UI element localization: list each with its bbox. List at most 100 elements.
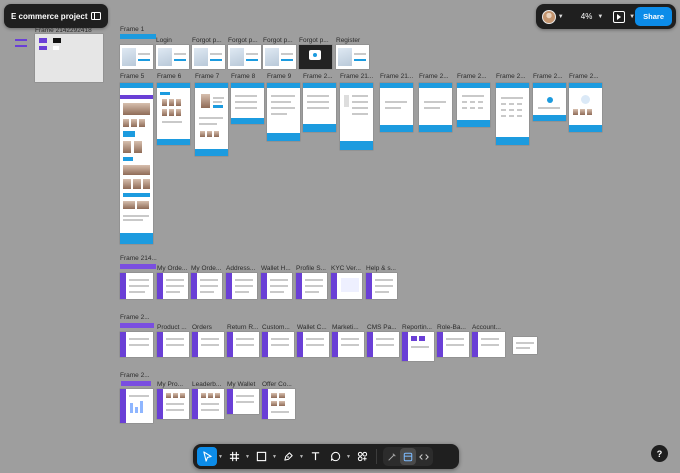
canvas-frame[interactable] [296,273,327,299]
frame-label[interactable]: Frame 9 [267,73,291,81]
draw-mode-button[interactable] [384,448,400,465]
frame-tool-button[interactable] [224,447,244,466]
canvas-frame[interactable] [156,45,189,69]
canvas-frame[interactable] [336,45,369,69]
frame-label[interactable]: Reportin... [402,324,432,332]
canvas-frame[interactable] [262,389,295,419]
canvas-frame[interactable] [569,83,602,132]
frame-label[interactable]: Frame 21... [340,73,373,81]
canvas-frame[interactable] [157,83,190,145]
canvas-frame[interactable] [120,83,153,244]
canvas-frame[interactable] [297,332,329,357]
frame-label[interactable]: Frame 21... [380,73,413,81]
frame-label[interactable]: Frame 2... [569,73,599,81]
frame-label[interactable]: Frame 2... [457,73,487,81]
actions-button[interactable] [352,447,372,466]
frame-label[interactable]: Frame 214... [120,255,157,263]
canvas-frame[interactable] [267,83,300,141]
sidebar-toggle-icon[interactable] [91,12,101,20]
avatar[interactable] [542,9,556,24]
chevron-down-icon[interactable]: ▼ [244,454,251,460]
frame-label[interactable]: Forgot p... [263,37,293,45]
frame-label[interactable]: Forgot p... [192,37,222,45]
pen-tool-button[interactable] [278,447,298,466]
frame-label[interactable]: Frame 2... [533,73,563,81]
canvas-frame[interactable] [472,332,505,357]
section-title[interactable]: Frame 1 [120,26,144,34]
canvas-frame[interactable] [120,273,153,299]
canvas-frame[interactable] [380,83,413,132]
frame-label[interactable]: Frame 5 [120,73,144,81]
canvas-frame[interactable] [227,332,259,357]
frame-label[interactable]: Orders [192,324,212,332]
text-tool-button[interactable] [305,447,325,466]
frame-label[interactable]: My Pro... [157,381,183,389]
canvas-frame[interactable] [513,337,537,354]
frame-label[interactable]: Forgot p... [228,37,258,45]
canvas-frame[interactable] [419,83,452,132]
frame-label[interactable]: Forgot p... [299,37,329,45]
canvas-frame[interactable] [231,83,264,124]
project-title[interactable]: E commerce project [11,12,91,21]
frame-label[interactable]: Return R... [227,324,258,332]
frame-label[interactable]: KYC Ver... [331,265,361,273]
frame-label[interactable]: Login [156,37,172,45]
canvas-frame[interactable] [261,273,292,299]
chevron-down-icon[interactable]: ▼ [558,14,564,20]
frame-label[interactable]: Frame 2... [419,73,449,81]
canvas-frame[interactable] [191,273,222,299]
canvas-frame[interactable] [192,332,224,357]
project-title-pill[interactable]: E commerce project [4,4,108,28]
canvas-frame[interactable] [402,332,434,361]
comment-tool-button[interactable] [325,447,345,466]
share-button[interactable]: Share [635,7,672,26]
frame-label[interactable]: My Orde... [157,265,187,273]
frame-label[interactable]: Help & s... [366,265,396,273]
frame-label[interactable]: Frame 2... [120,372,150,380]
canvas-frame[interactable] [227,389,259,414]
canvas-frame[interactable] [195,83,228,156]
frame-label[interactable]: My Wallet [227,381,255,389]
present-play-icon[interactable] [613,10,626,23]
canvas-frame[interactable] [157,389,189,419]
canvas-frame[interactable] [533,83,566,121]
help-button[interactable]: ? [651,445,668,462]
frame-label[interactable]: Custom... [262,324,290,332]
frame-label[interactable]: Frame 8 [231,73,255,81]
canvas-frame[interactable] [303,83,336,132]
frame-label[interactable]: Frame 7 [195,73,219,81]
canvas-frame[interactable] [340,83,373,150]
canvas-frame[interactable] [120,45,153,69]
frame-label[interactable]: Frame 2... [303,73,333,81]
canvas-frame[interactable] [437,332,469,357]
frame-label[interactable]: Wallet H... [261,265,291,273]
frame-label[interactable]: Product ... [157,324,187,332]
canvas-frame[interactable] [457,83,490,127]
canvas-frame[interactable] [192,389,224,419]
frame-label[interactable]: Register [336,37,360,45]
canvas-frame[interactable] [367,332,399,357]
frame-label[interactable]: Role-Ba... [437,324,466,332]
canvas-frame[interactable] [332,332,364,357]
canvas-frame[interactable] [157,332,189,357]
canvas-frame[interactable] [299,45,332,69]
canvas-frame[interactable] [192,45,225,69]
design-mode-button[interactable] [400,448,416,465]
frame-label[interactable]: CMS Pa... [367,324,397,332]
frame-label[interactable]: Frame 6 [157,73,181,81]
canvas-frame[interactable] [35,34,103,82]
canvas-frame[interactable] [120,389,153,423]
frame-label[interactable]: Wallet C... [297,324,327,332]
frame-label[interactable]: Frame 2... [496,73,526,81]
chevron-down-icon[interactable]: ▼ [271,454,278,460]
chevron-down-icon[interactable]: ▼ [345,454,352,460]
canvas-frame[interactable] [228,45,261,69]
frame-label[interactable]: Leaderb... [192,381,221,389]
canvas-frame[interactable] [263,45,296,69]
frame-label[interactable]: Address... [226,265,255,273]
canvas-frame[interactable] [120,332,153,357]
canvas-frame[interactable] [226,273,257,299]
frame-label[interactable]: My Orde... [191,265,221,273]
zoom-level[interactable]: 4% [578,12,596,21]
chevron-down-icon[interactable]: ▼ [298,454,305,460]
